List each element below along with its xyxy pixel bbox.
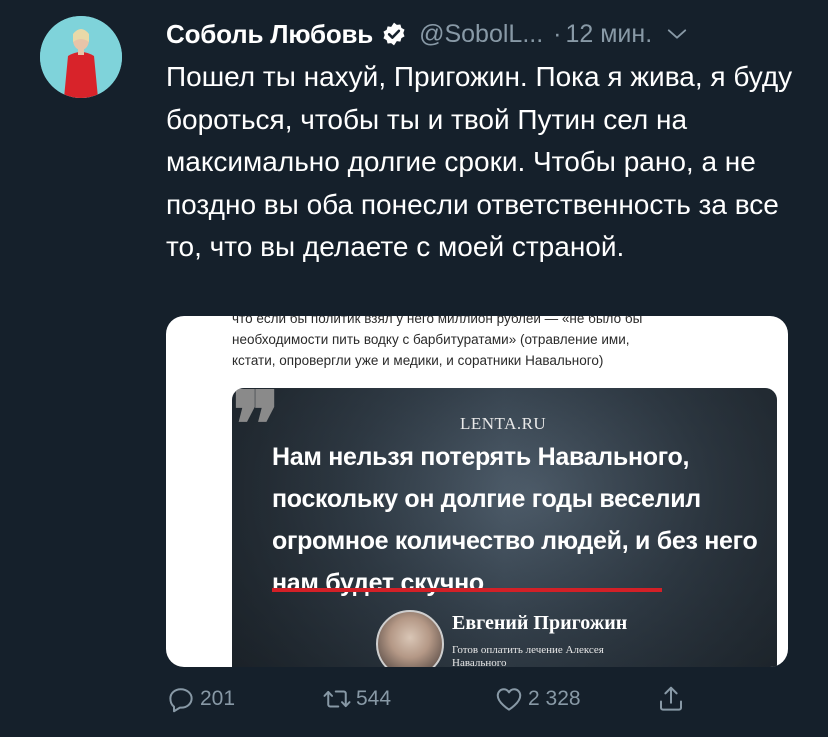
author-name[interactable]: Соболь Любовь — [166, 19, 373, 50]
share-icon — [660, 686, 682, 711]
article-excerpt: что если бы политик взял у него миллион … — [232, 316, 762, 371]
like-count: 2 328 — [528, 687, 581, 710]
person-name: Евгений Пригожин — [452, 612, 628, 634]
avatar-image — [40, 16, 122, 98]
tweet-time[interactable]: 12 мин. — [565, 20, 652, 49]
card-brand: LENTA.RU — [460, 414, 547, 433]
person-photo — [376, 610, 444, 667]
tweet-media[interactable]: что если бы политик взял у него миллион … — [166, 316, 788, 667]
retweet-count: 544 — [356, 687, 392, 710]
tweet-text: Пошел ты нахуй, Пригожин. Пока я жива, я… — [166, 61, 793, 262]
verified-badge-icon — [383, 22, 405, 46]
separator-dot: · — [553, 19, 562, 48]
quote-card: ❞ LENTA.RU Нам нельзя потерять Навальног… — [232, 388, 777, 667]
reply-icon — [169, 688, 193, 713]
tweet-actions: 201 544 2 328 — [166, 684, 706, 720]
chevron-down-icon[interactable] — [666, 23, 688, 45]
card-divider — [272, 588, 662, 592]
avatar[interactable] — [40, 16, 122, 98]
reply-count: 201 — [200, 687, 236, 710]
retweet-icon — [323, 690, 351, 708]
share-button[interactable] — [656, 684, 690, 714]
heart-icon — [496, 688, 522, 711]
tweet[interactable]: Соболь Любовь @SobolL... · 12 мин. Пошел… — [0, 0, 828, 737]
person-caption: Готов оплатить лечение Алексея Навальног… — [452, 644, 604, 667]
tweet-header: Соболь Любовь @SobolL... · 12 мин. — [166, 14, 808, 54]
article-line: кстати, опровергли уже и медики, и сорат… — [232, 353, 604, 368]
article-line: что если бы политик взял у него миллион … — [232, 316, 643, 326]
retweet-button[interactable]: 544 — [322, 684, 391, 714]
author-handle[interactable]: @SobolL... — [419, 20, 543, 49]
reply-button[interactable]: 201 — [166, 684, 235, 714]
card-headline: Нам нельзя потерять Навального, поскольк… — [272, 443, 758, 597]
like-button[interactable]: 2 328 — [494, 684, 581, 714]
article-line: необходимости пить водку с барбитуратами… — [232, 332, 630, 347]
